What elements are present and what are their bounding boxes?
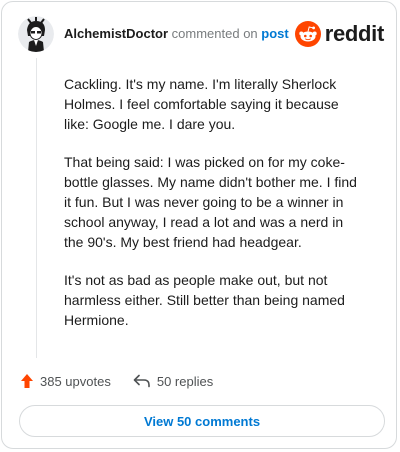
upvote-arrow-icon [21, 374, 33, 388]
comment-stats: 385 upvotes 50 replies [20, 373, 213, 389]
user-avatar[interactable] [18, 16, 54, 52]
reply-arrow-icon [133, 374, 150, 388]
post-link[interactable]: post [261, 26, 288, 41]
reddit-wordmark: reddit [324, 21, 385, 46]
replies-stat[interactable]: 50 replies [133, 374, 213, 389]
comment-byline: AlchemistDoctor commented on post [64, 26, 289, 42]
comment-header: AlchemistDoctor commented on post reddit [18, 16, 384, 52]
thread-line [36, 58, 37, 358]
comment-paragraph: It's not as bad as people make out, but … [64, 272, 345, 328]
comment-paragraph: That being said: I was picked on for my … [64, 154, 357, 250]
replies-count: 50 replies [156, 373, 214, 389]
reddit-snoo-icon [294, 21, 321, 47]
upvotes-stat[interactable]: 385 upvotes [20, 373, 111, 389]
view-comments-button[interactable]: View 50 comments [19, 405, 385, 437]
reddit-logo[interactable]: reddit [294, 19, 385, 49]
action-text: commented on [171, 26, 258, 41]
upvotes-count: 385 upvotes [40, 373, 111, 389]
comment-body: Cackling. It's my name. I'm literally Sh… [64, 74, 364, 348]
username-link[interactable]: AlchemistDoctor [64, 26, 168, 41]
comment-paragraph: Cackling. It's my name. I'm literally Sh… [64, 76, 339, 132]
comment-card: AlchemistDoctor commented on post reddit… [1, 1, 397, 449]
